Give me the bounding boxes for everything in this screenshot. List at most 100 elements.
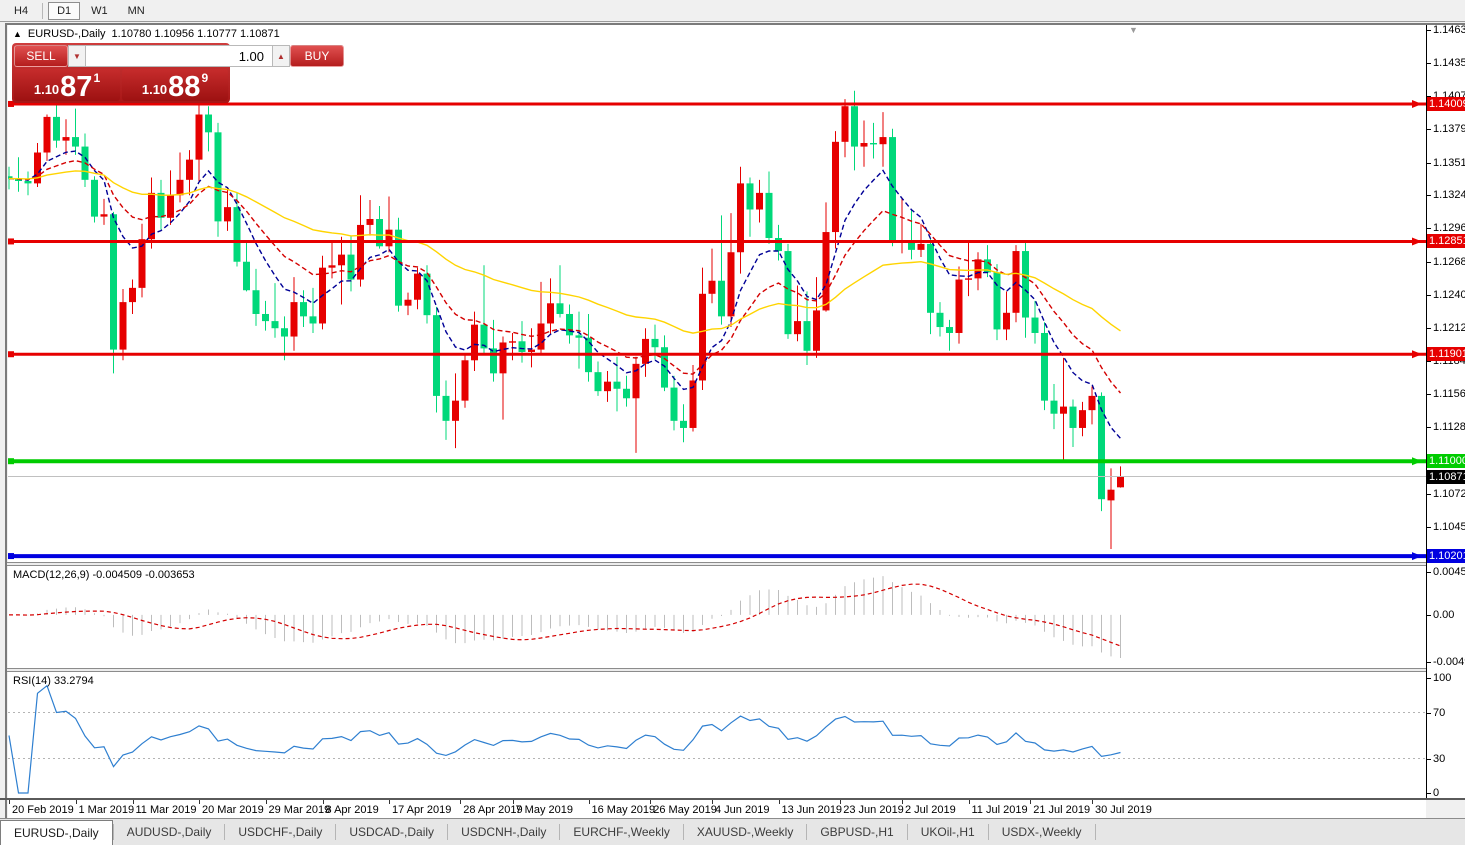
- timeframe-button-d1[interactable]: D1: [48, 2, 80, 20]
- buy-price-big: 88: [168, 74, 200, 100]
- chart-tab-ukoil-h1[interactable]: UKOil-,H1: [908, 819, 988, 845]
- date-tick-label: 21 Jul 2019: [1033, 804, 1090, 816]
- date-tick-mark: [323, 800, 324, 804]
- chart-tab-xauusd-weekly[interactable]: XAUUSD-,Weekly: [684, 819, 806, 845]
- chart-shift-marker[interactable]: ▼: [1129, 25, 1138, 35]
- axis-tick-label: 1.14635: [1433, 24, 1465, 36]
- axis-tick-mark: [1427, 527, 1431, 528]
- tab-separator: [1095, 824, 1096, 840]
- axis-tick-label: 1.11565: [1433, 388, 1465, 400]
- buy-price-panel[interactable]: 1.10 88 9: [122, 69, 228, 101]
- axis-tick-mark: [1427, 662, 1431, 663]
- axis-tick-mark: [1427, 30, 1431, 31]
- axis-tick-mark: [1427, 759, 1431, 760]
- volume-input[interactable]: [86, 45, 272, 67]
- date-tick-label: 20 Feb 2019: [12, 804, 74, 816]
- price-badge-1.11901: 1.11901: [1427, 347, 1465, 361]
- timeframe-toolbar: H4 D1W1MN: [0, 0, 1465, 22]
- candlestick-chart-canvas[interactable]: [8, 25, 1426, 562]
- date-tick-mark: [76, 800, 77, 804]
- date-tick-label: 17 Apr 2019: [392, 804, 451, 816]
- axis-tick-label: 1.12120: [1433, 322, 1465, 334]
- axis-tick-label: 1.10725: [1433, 488, 1465, 500]
- axis-tick-mark: [1427, 494, 1431, 495]
- chart-tab-audusd-daily[interactable]: AUDUSD-,Daily: [114, 819, 225, 845]
- timeframe-button-mn[interactable]: MN: [119, 2, 154, 20]
- buy-price-sup: 9: [201, 71, 208, 85]
- axis-tick-label: 70: [1433, 707, 1445, 719]
- axis-tick-mark: [1427, 262, 1431, 263]
- volume-decrease-button[interactable]: ▼: [68, 45, 86, 67]
- macd-signal-line: [9, 584, 1121, 646]
- price-badge-1.10201: 1.10201: [1427, 549, 1465, 563]
- axis-tick-label: 1.11285: [1433, 421, 1465, 433]
- axis-tick-mark: [1427, 678, 1431, 679]
- macd-label: MACD(12,26,9) -0.004509 -0.003653: [13, 569, 195, 581]
- axis-tick-mark: [1427, 195, 1431, 196]
- axis-tick-mark: [1427, 615, 1431, 616]
- date-tick-mark: [199, 800, 200, 804]
- macd-chart-canvas[interactable]: [8, 566, 1426, 668]
- volume-increase-button[interactable]: ▲: [272, 45, 290, 67]
- date-tick-label: 20 Mar 2019: [202, 804, 264, 816]
- axis-tick-mark: [1427, 394, 1431, 395]
- candles-layer: [8, 91, 1124, 549]
- axis-tick-mark: [1427, 129, 1431, 130]
- buy-button[interactable]: BUY: [290, 45, 344, 67]
- level-line-end-marker: [8, 553, 14, 559]
- rsi-label: RSI(14) 33.2794: [13, 675, 94, 687]
- rsi-line: [9, 686, 1121, 793]
- axis-tick-mark: [1427, 328, 1431, 329]
- chart-tab-usdx-weekly[interactable]: USDX-,Weekly: [989, 819, 1095, 845]
- date-tick-mark: [513, 800, 514, 804]
- axis-tick-label: 1.12400: [1433, 289, 1465, 301]
- axis-tick-label: 1.13515: [1433, 157, 1465, 169]
- date-tick-label: 28 Apr 2019: [463, 804, 522, 816]
- chart-tab-bar: EURUSD-,DailyAUDUSD-,DailyUSDCHF-,DailyU…: [0, 818, 1465, 845]
- chart-tab-gbpusd-h1[interactable]: GBPUSD-,H1: [807, 819, 906, 845]
- timeframe-button-h4[interactable]: H4: [5, 2, 37, 20]
- macd-indicator-pane[interactable]: MACD(12,26,9) -0.004509 -0.003653: [8, 566, 1426, 668]
- axis-tick-label: 100: [1433, 672, 1451, 684]
- chart-tab-eurusd-daily[interactable]: EURUSD-,Daily: [0, 820, 113, 845]
- axis-tick-mark: [1427, 295, 1431, 296]
- date-tick-mark: [1030, 800, 1031, 804]
- chart-tab-eurchf-weekly[interactable]: EURCHF-,Weekly: [560, 819, 682, 845]
- time-axis: 20 Feb 20191 Mar 201911 Mar 201920 Mar 2…: [8, 800, 1426, 818]
- date-tick-label: 23 Jun 2019: [843, 804, 904, 816]
- trading-terminal: { "toolbar":{"timeframes":[{"label":"H4"…: [0, 0, 1465, 844]
- axis-tick-mark: [1427, 793, 1431, 794]
- date-tick-mark: [9, 800, 10, 804]
- level-line-arrow-marker: [1412, 552, 1422, 560]
- rsi-chart-canvas[interactable]: [8, 672, 1426, 798]
- date-tick-label: 26 May 2019: [653, 804, 717, 816]
- date-tick-label: 2 Jul 2019: [905, 804, 956, 816]
- timeframe-button-w1[interactable]: W1: [82, 2, 117, 20]
- date-tick-mark: [460, 800, 461, 804]
- rsi-indicator-pane[interactable]: RSI(14) 33.2794: [8, 672, 1426, 798]
- price-badge-1.12851: 1.12851: [1427, 234, 1465, 248]
- level-line-arrow-marker: [1412, 100, 1422, 108]
- sell-button[interactable]: SELL: [14, 45, 68, 67]
- date-tick-mark: [650, 800, 651, 804]
- date-tick-mark: [389, 800, 390, 804]
- date-tick-mark: [266, 800, 267, 804]
- axis-tick-mark: [1427, 572, 1431, 573]
- chart-tab-usdcad-daily[interactable]: USDCAD-,Daily: [336, 819, 447, 845]
- price-chart-pane[interactable]: ▲ EURUSD-,Daily 1.10780 1.10956 1.10777 …: [8, 25, 1426, 562]
- date-tick-mark: [840, 800, 841, 804]
- date-tick-mark: [589, 800, 590, 804]
- chart-tab-usdchf-daily[interactable]: USDCHF-,Daily: [225, 819, 335, 845]
- date-tick-label: 1 Mar 2019: [79, 804, 135, 816]
- chart-symbol-label: EURUSD-,Daily: [28, 28, 106, 40]
- date-tick-label: 11 Jul 2019: [972, 804, 1028, 816]
- price-badge-1.14009: 1.14009: [1427, 97, 1465, 111]
- axis-tick-label: 1.10450: [1433, 521, 1465, 533]
- chart-tab-usdcnh-daily[interactable]: USDCNH-,Daily: [448, 819, 559, 845]
- axis-tick-mark: [1427, 63, 1431, 64]
- axis-tick-label: -0.00494: [1433, 656, 1465, 668]
- axis-tick-label: 1.13795: [1433, 123, 1465, 135]
- sell-price-sup: 1: [93, 71, 100, 85]
- sell-price-panel[interactable]: 1.10 87 1: [14, 69, 120, 101]
- collapse-trade-panel-icon[interactable]: ▲: [13, 29, 22, 39]
